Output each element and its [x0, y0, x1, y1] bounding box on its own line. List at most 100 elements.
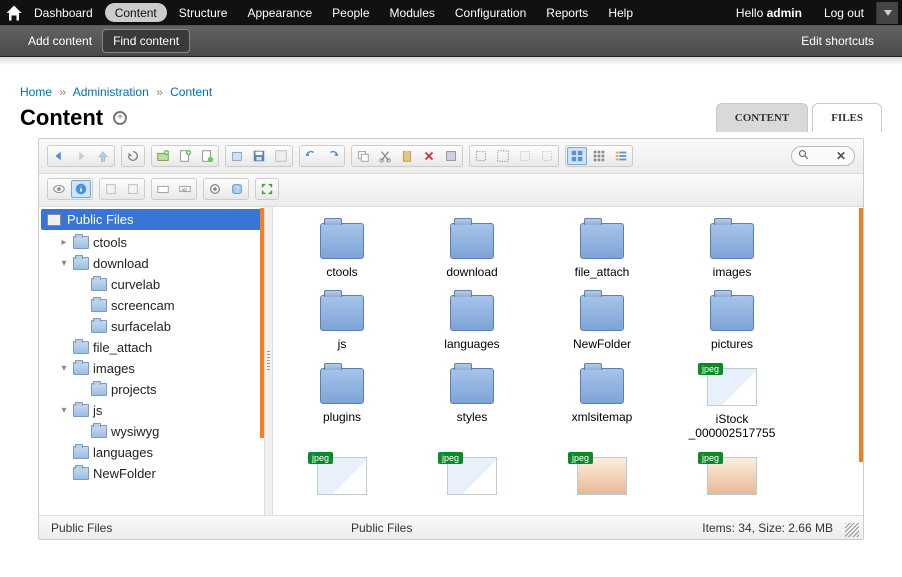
admin-menu-modules[interactable]: Modules — [380, 0, 445, 25]
logout-link[interactable]: Log out — [812, 6, 876, 20]
forward-button[interactable] — [71, 147, 91, 165]
jpeg-badge: jpeg — [308, 452, 333, 464]
folder-tree[interactable]: Public Files ▸ ctools ▾downloadcurvelabscr… — [39, 207, 265, 515]
file-item-thumb[interactable]: jpeg — [547, 457, 657, 499]
admin-menu-help[interactable]: Help — [598, 0, 643, 25]
open-button[interactable] — [227, 147, 247, 165]
admin-menu-people[interactable]: People — [322, 0, 379, 25]
folder-icon — [91, 278, 107, 291]
tree-item-file_attach[interactable]: file_attach — [39, 337, 264, 358]
files-panel[interactable]: ctools download file_attach images js languag… — [273, 207, 863, 515]
file-item-thumb[interactable]: jpeg — [417, 457, 527, 499]
file-item-thumb[interactable]: jpegiStock _000002517755 — [677, 368, 787, 441]
file-item-pictures[interactable]: pictures — [677, 295, 787, 351]
tree-item-surfacelab[interactable]: surfacelab — [39, 316, 264, 337]
breadcrumb-admin[interactable]: Administration — [73, 85, 149, 99]
redo-button[interactable] — [323, 147, 343, 165]
rename-button[interactable]: a|z — [175, 180, 195, 198]
tree-item-newfolder[interactable]: NewFolder — [39, 463, 264, 484]
admin-menu-configuration[interactable]: Configuration — [445, 0, 536, 25]
folder-icon — [450, 295, 494, 331]
find-content-link[interactable]: Find content — [102, 29, 190, 53]
fullscreen-button[interactable] — [257, 180, 277, 198]
file-item-thumb[interactable]: jpeg — [287, 457, 397, 499]
admin-menu-content[interactable]: Content — [105, 3, 167, 22]
search-clear-icon[interactable]: ✕ — [834, 149, 848, 163]
tree-root[interactable]: Public Files — [41, 209, 262, 230]
new-file-button[interactable] — [175, 147, 195, 165]
save-button[interactable] — [249, 147, 269, 165]
home-icon[interactable] — [4, 3, 24, 23]
upload-button[interactable] — [197, 147, 217, 165]
file-label: ctools — [326, 263, 357, 279]
tree-twisty-icon[interactable]: ▾ — [59, 258, 69, 269]
tree-item-curvelab[interactable]: curvelab — [39, 274, 264, 295]
reload-button[interactable] — [123, 147, 143, 165]
file-item-ctools[interactable]: ctools — [287, 223, 397, 279]
tool-b-button[interactable] — [123, 180, 143, 198]
folder-icon — [73, 257, 89, 270]
paste-button[interactable] — [397, 147, 417, 165]
file-item-js[interactable]: js — [287, 295, 397, 351]
settings-button[interactable] — [205, 180, 225, 198]
file-item-download[interactable]: download — [417, 223, 527, 279]
file-item-languages[interactable]: languages — [417, 295, 527, 351]
tree-item-images[interactable]: ▾images — [39, 358, 264, 379]
view-list-button[interactable] — [611, 147, 631, 165]
select-button[interactable] — [471, 147, 491, 165]
tree-item-label: ctools — [93, 235, 127, 250]
tool-c-button[interactable] — [153, 180, 173, 198]
admin-menu-structure[interactable]: Structure — [169, 0, 238, 25]
file-item-plugins[interactable]: plugins — [287, 368, 397, 441]
details-button[interactable] — [71, 180, 91, 198]
search-input[interactable] — [810, 150, 834, 162]
up-button[interactable] — [93, 147, 113, 165]
admin-menu-appearance[interactable]: Appearance — [237, 0, 322, 25]
search-box[interactable]: ✕ — [791, 146, 855, 166]
tool-a-button[interactable] — [101, 180, 121, 198]
properties-button[interactable] — [441, 147, 461, 165]
breadcrumb-content[interactable]: Content — [170, 85, 212, 99]
tree-item-js[interactable]: ▾js — [39, 400, 264, 421]
view-small-icons-button[interactable] — [589, 147, 609, 165]
file-item-file_attach[interactable]: file_attach — [547, 223, 657, 279]
tree-item-wysiwyg[interactable]: wysiwyg — [39, 421, 264, 442]
file-item-newfolder[interactable]: NewFolder — [547, 295, 657, 351]
new-folder-button[interactable] — [153, 147, 173, 165]
tab-content[interactable]: CONTENT — [716, 103, 808, 132]
tree-item-ctools[interactable]: ▸ ctools — [39, 232, 264, 253]
back-button[interactable] — [49, 147, 69, 165]
tab-files[interactable]: FILES — [812, 103, 882, 132]
tree-item-download[interactable]: ▾download — [39, 253, 264, 274]
select-all-button[interactable] — [493, 147, 513, 165]
invert-select-button[interactable] — [537, 147, 557, 165]
resize-grip-icon[interactable] — [845, 523, 859, 537]
delete-button[interactable] — [419, 147, 439, 165]
info-button[interactable] — [271, 147, 291, 165]
deselect-button[interactable] — [515, 147, 535, 165]
file-item-images[interactable]: images — [677, 223, 787, 279]
file-item-xmlsitemap[interactable]: xmlsitemap — [547, 368, 657, 441]
tree-twisty-icon[interactable]: ▸ — [59, 237, 69, 248]
tree-item-languages[interactable]: languages — [39, 442, 264, 463]
toolbar-dropdown-toggle[interactable] — [876, 2, 898, 24]
admin-menu-reports[interactable]: Reports — [536, 0, 598, 25]
preview-button[interactable] — [49, 180, 69, 198]
help-button[interactable]: ? — [227, 180, 247, 198]
undo-button[interactable] — [301, 147, 321, 165]
tree-item-projects[interactable]: projects — [39, 379, 264, 400]
tree-item-screencam[interactable]: screencam — [39, 295, 264, 316]
file-item-styles[interactable]: styles — [417, 368, 527, 441]
admin-menu-dashboard[interactable]: Dashboard — [24, 0, 103, 25]
tree-twisty-icon[interactable]: ▾ — [59, 405, 69, 416]
copy-button[interactable] — [353, 147, 373, 165]
add-content-link[interactable]: Add content — [18, 30, 102, 52]
file-item-thumb[interactable]: jpeg — [677, 457, 787, 499]
view-large-icons-button[interactable] — [567, 147, 587, 165]
tree-twisty-icon[interactable]: ▾ — [59, 363, 69, 374]
edit-shortcuts-link[interactable]: Edit shortcuts — [791, 30, 884, 52]
breadcrumb-home[interactable]: Home — [20, 85, 52, 99]
tree-splitter[interactable] — [265, 207, 273, 515]
cut-button[interactable] — [375, 147, 395, 165]
add-shortcut-icon[interactable]: + — [113, 111, 127, 125]
